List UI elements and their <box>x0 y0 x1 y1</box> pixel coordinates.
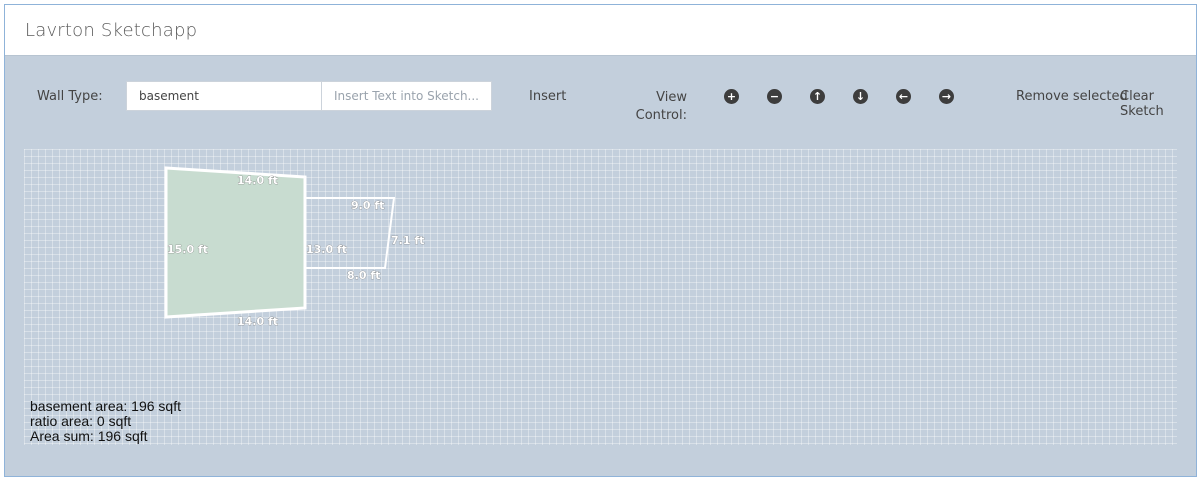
insert-text-input[interactable]: Insert Text into Sketch... <box>321 81 492 111</box>
app-title: Lavrton Sketchapp <box>25 20 198 41</box>
sketch-panel: Lavrton Sketchapp Wall Type: basement In… <box>4 4 1197 477</box>
dim-ratio-right: 7.1 ft <box>391 234 424 247</box>
dim-basement-right: 13.0 ft <box>306 243 347 256</box>
zoom-in-icon[interactable]: + <box>724 89 739 104</box>
panel-header: Lavrton Sketchapp <box>5 5 1196 56</box>
sketch-canvas[interactable]: 14.0 ft 15.0 ft 13.0 ft 14.0 ft 9.0 ft 7… <box>24 149 1177 445</box>
pan-down-icon[interactable]: ↓ <box>853 89 868 104</box>
pan-left-icon[interactable]: ← <box>896 89 911 104</box>
dim-ratio-top: 9.0 ft <box>351 199 384 212</box>
dim-basement-bottom: 14.0 ft <box>237 315 278 328</box>
pan-up-icon[interactable]: ↑ <box>810 89 825 104</box>
pan-right-icon[interactable]: → <box>939 89 954 104</box>
wall-type-label: Wall Type: <box>37 89 103 104</box>
dim-basement-left: 15.0 ft <box>167 243 208 256</box>
view-control-label: View Control: <box>635 90 687 123</box>
clear-sketch-button[interactable]: Clear Sketch <box>1120 89 1196 119</box>
insert-button[interactable]: Insert <box>529 89 566 104</box>
ratio-area-text: ratio area: 0 sqft <box>30 413 132 429</box>
zoom-out-icon[interactable]: − <box>767 89 782 104</box>
wall-type-select[interactable]: basement <box>126 81 322 111</box>
dim-basement-top: 14.0 ft <box>237 174 278 187</box>
basement-area-text: basement area: 196 sqft <box>30 398 181 414</box>
area-sum-text: Area sum: 196 sqft <box>30 428 148 444</box>
remove-selected-button[interactable]: Remove selected <box>1016 89 1128 104</box>
dim-ratio-bottom: 8.0 ft <box>347 269 380 282</box>
